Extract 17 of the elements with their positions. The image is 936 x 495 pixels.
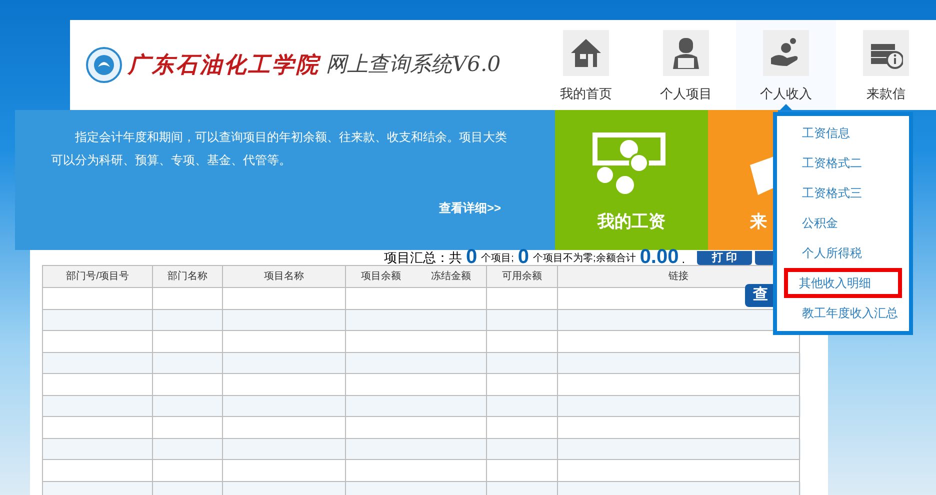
balance-total: 0.00: [640, 249, 679, 265]
column-label: 链接: [668, 270, 688, 284]
summary-label: .: [682, 253, 686, 265]
nonzero-count: 0: [518, 249, 530, 265]
column-label: 冻结金额: [431, 270, 471, 284]
summary-label: 项目汇总：共: [384, 251, 462, 265]
column-label: 项目余额: [361, 270, 401, 284]
summary-label: 个项目不为零;余额合计: [533, 253, 636, 265]
column-label: 部门号/项目号: [66, 270, 129, 284]
column-label: 部门名称: [168, 270, 208, 284]
column-label: 可用余额: [502, 270, 542, 284]
column-label: 项目名称: [264, 270, 304, 284]
description-text: 指定会计年度和期间，可以查询项目的年初余额、往来款、收支和结余。项目大类可以分为科研、预算、专项、基金、代管等。: [51, 129, 508, 169]
school-name: 广东石油化工学院: [128, 50, 320, 80]
summary-label: 个项目;: [481, 253, 514, 265]
project-count: 0: [466, 249, 478, 265]
system-title: 网上查询系统V6.0: [326, 51, 501, 78]
